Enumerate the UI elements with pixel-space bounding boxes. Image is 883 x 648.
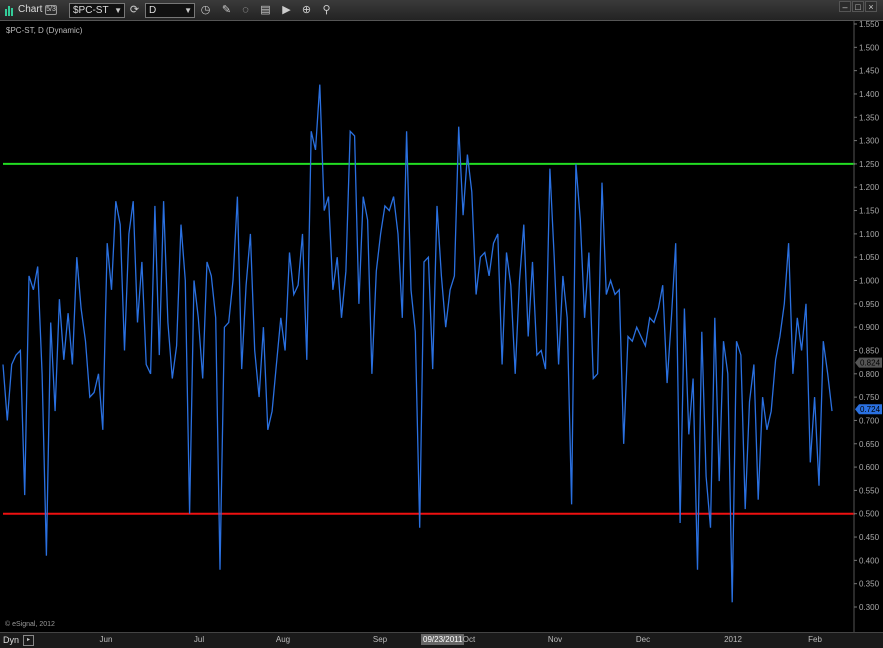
y-tick-label: 1.450 xyxy=(859,67,880,76)
time-axis[interactable]: Dyn ▸ Jun Jul Aug Sep 09/23/2011 Oct Nov… xyxy=(0,632,883,648)
chevron-down-icon[interactable]: ▼ xyxy=(184,4,192,17)
play-icon[interactable]: ▶ xyxy=(279,3,294,18)
y-tick-label: 0.450 xyxy=(859,533,880,542)
chart-icon xyxy=(4,3,14,18)
symbol-value: $PC-ST xyxy=(73,5,109,16)
y-tick-label: 0.750 xyxy=(859,393,880,402)
month-label: Sep xyxy=(372,635,388,644)
zoom-icon[interactable]: ◌ xyxy=(238,3,253,18)
month-label: Jul xyxy=(193,635,205,644)
y-tick-label: 0.950 xyxy=(859,300,880,309)
y-tick-label: 1.300 xyxy=(859,137,880,146)
y-tick-label: 1.150 xyxy=(859,207,880,216)
minimize-icon[interactable]: – xyxy=(839,1,851,12)
close-icon[interactable]: × xyxy=(865,1,877,12)
copyright-text: © eSignal, 2012 xyxy=(5,621,55,628)
window-title: Chart xyxy=(18,4,43,15)
value-badges: 0.824 0.724 xyxy=(855,357,882,415)
title-bar: Chart 5/3 $PC-ST ▼ ⟳ D ▼ ◷ ✎ ◌ ▤ ▶ ⊕ ⚲ –… xyxy=(0,0,883,21)
y-tick-label: 0.300 xyxy=(859,603,880,612)
y-tick-label: 1.100 xyxy=(859,230,880,239)
chart-window: Chart 5/3 $PC-ST ▼ ⟳ D ▼ ◷ ✎ ◌ ▤ ▶ ⊕ ⚲ –… xyxy=(0,0,883,648)
y-tick-label: 0.600 xyxy=(859,463,880,472)
y-tick-label: 1.250 xyxy=(859,160,880,169)
last-value-badge: 0.724 xyxy=(855,404,882,415)
layout-icon[interactable]: ▤ xyxy=(258,3,273,18)
y-tick-label: 1.050 xyxy=(859,253,880,262)
interval-input[interactable]: D ▼ xyxy=(145,3,195,18)
pencil-icon[interactable]: ✎ xyxy=(219,3,234,18)
y-tick-label: 1.200 xyxy=(859,183,880,192)
y-tick-label: 0.800 xyxy=(859,370,880,379)
symbol-input[interactable]: $PC-ST ▼ xyxy=(69,3,125,18)
month-label: Nov xyxy=(547,635,563,644)
y-tick-label: 0.850 xyxy=(859,346,880,355)
y-tick-label: 1.550 xyxy=(859,21,880,29)
secondary-value-badge: 0.824 xyxy=(855,357,882,368)
y-tick-label: 0.700 xyxy=(859,416,880,425)
month-label: Oct xyxy=(462,635,476,644)
month-label: Dec xyxy=(635,635,651,644)
chart-panel[interactable]: 1.550 1.500 1.450 1.400 1.350 1.300 1.250 1.200… xyxy=(0,21,883,632)
crosshair-icon[interactable]: ◷ xyxy=(198,3,213,18)
magnify-icon[interactable]: ⊕ xyxy=(299,3,314,18)
chart-legend: $PC-ST, D (Dynamic) xyxy=(6,26,83,35)
last-value-badge-text: 0.724 xyxy=(860,405,881,414)
symbol-refresh-icon[interactable]: ⟳ xyxy=(127,3,142,18)
y-tick-label: 0.650 xyxy=(859,440,880,449)
link-badge[interactable]: 5/3 xyxy=(45,5,57,15)
line-chart[interactable]: 1.550 1.500 1.450 1.400 1.350 1.300 1.250 1.200… xyxy=(0,21,883,632)
y-tick-label: 1.000 xyxy=(859,277,880,286)
y-tick-label: 1.350 xyxy=(859,113,880,122)
month-label: 2012 xyxy=(724,635,742,644)
y-axis: 1.550 1.500 1.450 1.400 1.350 1.300 1.250 1.200… xyxy=(854,21,880,612)
y-tick-label: 0.400 xyxy=(859,556,880,565)
y-tick-label: 0.350 xyxy=(859,580,880,589)
interval-value: D xyxy=(149,5,157,16)
y-tick-label: 0.900 xyxy=(859,323,880,332)
dyn-button[interactable]: Dyn xyxy=(3,634,19,646)
y-tick-label: 0.500 xyxy=(859,510,880,519)
pin-icon[interactable]: ⚲ xyxy=(319,3,334,18)
date-flag: 09/23/2011 xyxy=(421,634,465,645)
plot-background xyxy=(0,21,850,632)
month-label: Jun xyxy=(99,635,113,644)
chevron-down-icon[interactable]: ▼ xyxy=(114,4,122,17)
month-label: Feb xyxy=(808,635,822,644)
dyn-toggle-icon[interactable]: ▸ xyxy=(23,635,34,646)
secondary-value-badge-text: 0.824 xyxy=(860,359,881,368)
y-tick-label: 0.550 xyxy=(859,486,880,495)
maximize-icon[interactable]: □ xyxy=(852,1,864,12)
y-tick-label: 1.400 xyxy=(859,90,880,99)
y-tick-label: 1.500 xyxy=(859,43,880,52)
month-label: Aug xyxy=(275,635,291,644)
